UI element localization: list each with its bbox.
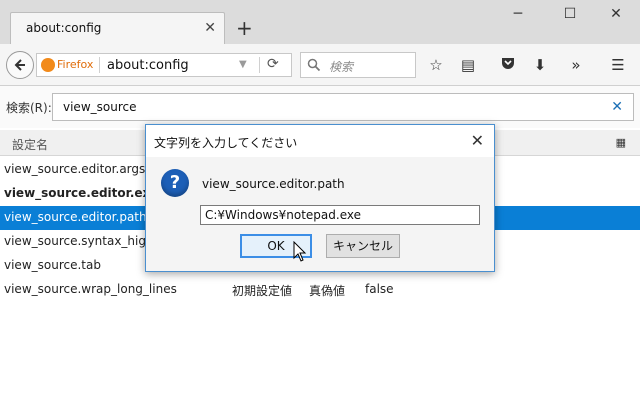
config-filter-bar: 検索(R): view_source ✕ bbox=[0, 86, 640, 128]
filter-input[interactable]: view_source ✕ bbox=[52, 93, 634, 121]
preference-name: view_source.editor.args bbox=[4, 162, 146, 176]
back-arrow-icon bbox=[14, 59, 25, 71]
firefox-icon bbox=[41, 57, 55, 72]
dialog-titlebar: 文字列を入力してください ✕ bbox=[146, 125, 494, 157]
url-dropdown-icon[interactable]: ▼ bbox=[239, 59, 247, 70]
identity-box[interactable]: Firefox bbox=[41, 57, 93, 72]
dialog-title: 文字列を入力してください bbox=[154, 136, 298, 150]
url-separator bbox=[259, 57, 260, 73]
url-bar[interactable]: Firefox about:config ▼ ⟳ bbox=[36, 53, 292, 77]
column-picker-icon[interactable]: ▦ bbox=[616, 136, 626, 149]
preference-status: 初期設定値 bbox=[232, 284, 293, 298]
url-text[interactable]: about:config bbox=[107, 58, 189, 73]
hamburger-menu-icon[interactable]: ☰ bbox=[608, 55, 628, 75]
tab-strip: about:config ✕ + ─ ☐ ✕ bbox=[0, 0, 640, 44]
dialog-message: view_source.editor.path bbox=[202, 177, 345, 191]
bookmark-star-icon[interactable]: ☆ bbox=[426, 55, 446, 75]
tab-about-config[interactable]: about:config ✕ bbox=[10, 12, 225, 44]
navigation-toolbar: Firefox about:config ▼ ⟳ 検索 ☆ ▤ ⬇ » ☰ bbox=[0, 44, 640, 86]
tab-close-icon[interactable]: ✕ bbox=[204, 20, 216, 36]
dialog-input-value: C:¥Windows¥notepad.exe bbox=[205, 208, 361, 222]
preference-type: 真偽値 bbox=[309, 284, 346, 298]
search-bar[interactable]: 検索 bbox=[300, 52, 416, 78]
url-separator bbox=[99, 57, 100, 73]
preference-row[interactable]: view_source.wrap_long_lines 初期設定値 真偽値 false bbox=[0, 278, 640, 302]
dialog-close-icon[interactable]: ✕ bbox=[471, 131, 484, 150]
maximize-icon[interactable]: ☐ bbox=[550, 6, 590, 22]
window-close-icon[interactable]: ✕ bbox=[596, 6, 636, 22]
preference-name: view_source.tab bbox=[4, 258, 101, 272]
prompt-dialog: 文字列を入力してください ✕ ? view_source.editor.path… bbox=[145, 124, 495, 272]
column-header-name[interactable]: 設定名 bbox=[12, 136, 48, 153]
question-icon: ? bbox=[161, 169, 189, 197]
cancel-button[interactable]: キャンセル bbox=[326, 234, 400, 258]
filter-value: view_source bbox=[63, 100, 137, 114]
identity-label: Firefox bbox=[57, 58, 94, 71]
preference-name: view_source.editor.path bbox=[4, 210, 147, 224]
clear-filter-icon[interactable]: ✕ bbox=[611, 99, 623, 115]
search-icon bbox=[307, 58, 321, 72]
reload-icon[interactable]: ⟳ bbox=[267, 56, 279, 72]
bookmarks-menu-icon[interactable]: ▤ bbox=[458, 55, 478, 75]
minimize-icon[interactable]: ─ bbox=[498, 6, 538, 22]
preference-value: false bbox=[365, 282, 394, 296]
new-tab-icon[interactable]: + bbox=[236, 18, 253, 38]
overflow-chevron-icon[interactable]: » bbox=[566, 55, 586, 75]
filter-label: 検索(R): bbox=[6, 101, 52, 115]
preference-name: view_source.syntax_highlig bbox=[4, 234, 168, 248]
tab-title: about:config bbox=[26, 21, 102, 35]
search-placeholder: 検索 bbox=[329, 60, 354, 74]
dialog-text-input[interactable]: C:¥Windows¥notepad.exe bbox=[200, 205, 480, 225]
mouse-cursor-icon bbox=[293, 241, 307, 262]
download-icon[interactable]: ⬇ bbox=[530, 55, 550, 75]
back-button[interactable] bbox=[6, 51, 34, 79]
pocket-icon[interactable] bbox=[498, 55, 518, 75]
preference-name: view_source.wrap_long_lines bbox=[4, 282, 177, 296]
